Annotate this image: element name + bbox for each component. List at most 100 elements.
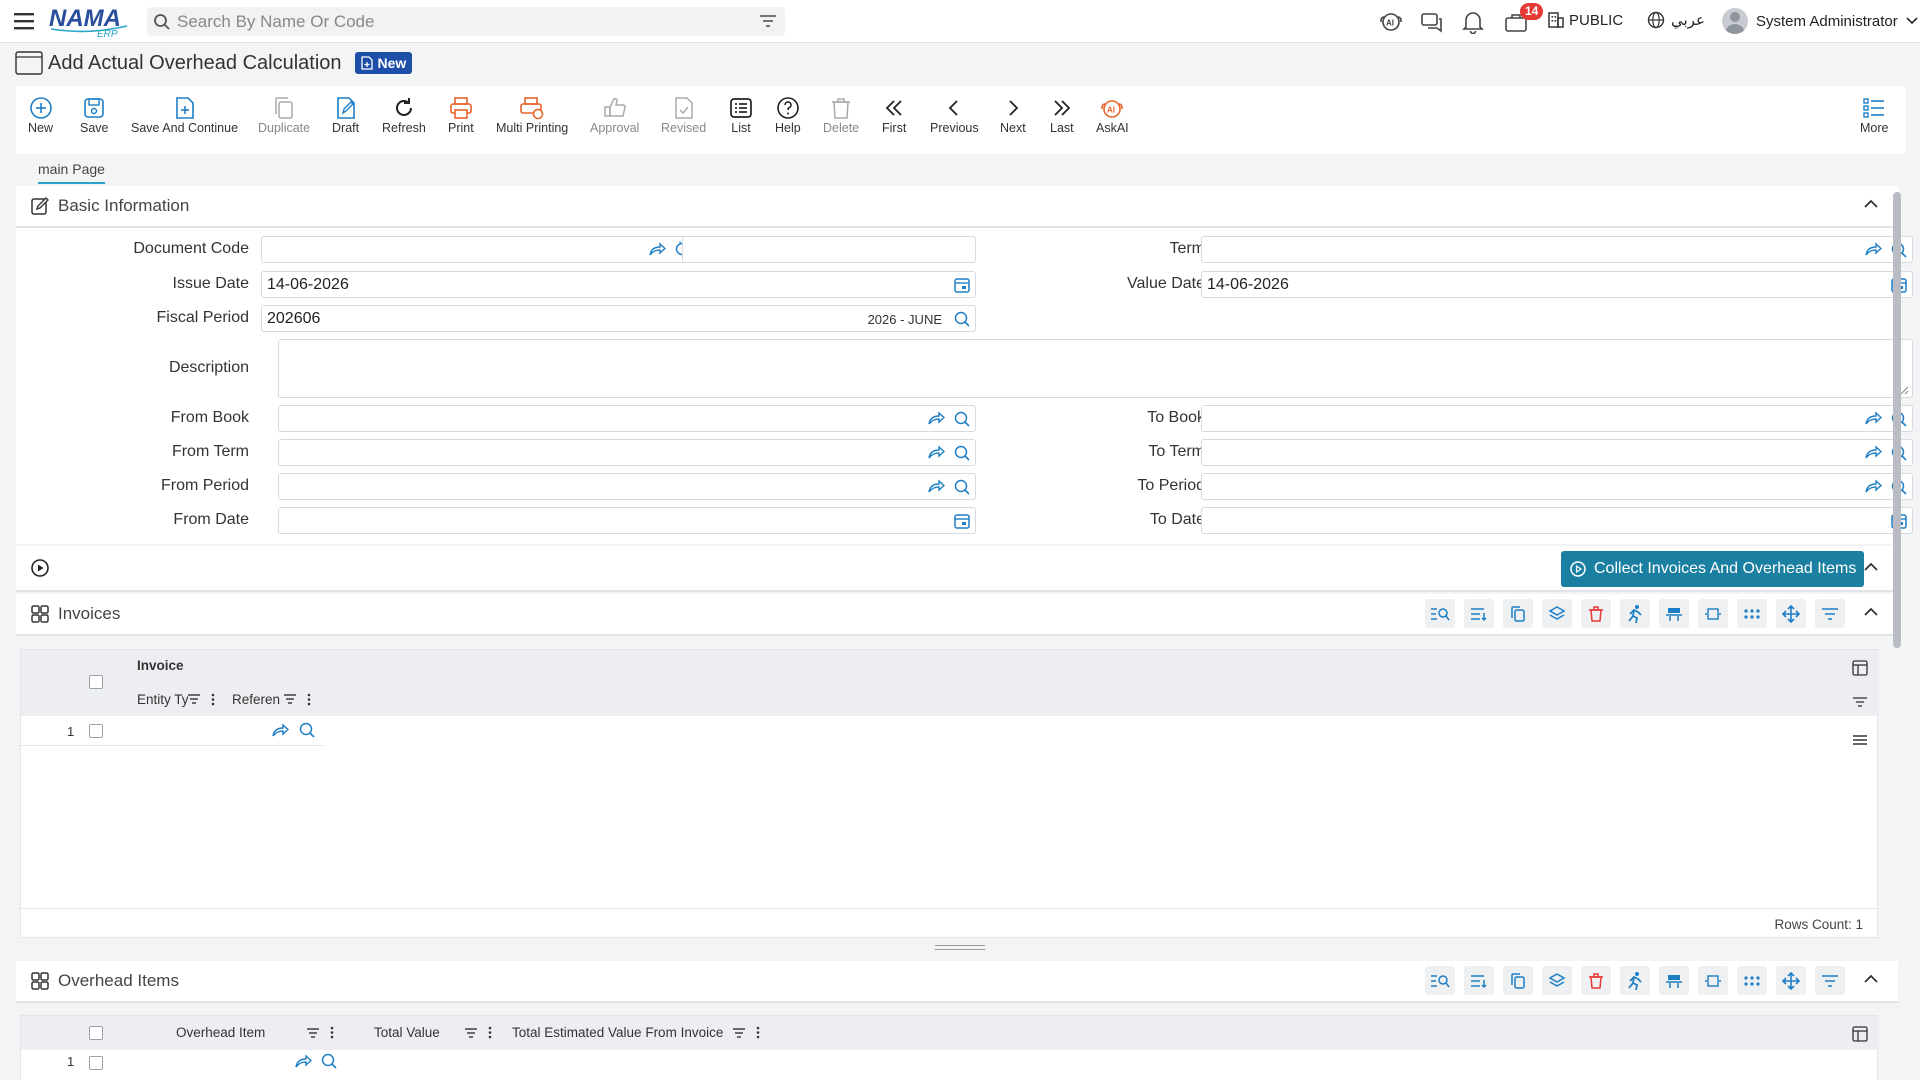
share-icon[interactable] (927, 478, 945, 496)
column-total-value[interactable]: Total Value (374, 1025, 440, 1040)
refresh-button[interactable]: Refresh (382, 95, 426, 135)
ai-assistant-icon[interactable]: AI (1379, 10, 1403, 34)
to-date-field[interactable] (1201, 507, 1913, 534)
draft-button[interactable]: Draft (332, 95, 359, 135)
first-button[interactable]: First (882, 95, 906, 135)
side-menu-icon[interactable] (1852, 734, 1868, 746)
to-book-field[interactable] (1201, 405, 1913, 432)
table-row[interactable]: 1 (21, 1050, 791, 1080)
from-book-field[interactable] (278, 405, 976, 432)
share-icon[interactable] (1864, 444, 1882, 462)
share-icon[interactable] (271, 722, 289, 738)
grid-dots-icon[interactable] (1737, 966, 1767, 995)
column-overhead-item[interactable]: Overhead Item (176, 1025, 265, 1040)
layers-icon[interactable] (1542, 966, 1572, 995)
column-filter-icon[interactable] (306, 1027, 320, 1039)
chevron-up-icon[interactable] (1864, 974, 1878, 984)
chat-icon[interactable] (1420, 10, 1444, 34)
filter-icon[interactable] (1815, 599, 1845, 628)
share-icon[interactable] (1864, 410, 1882, 428)
share-icon[interactable] (927, 410, 945, 428)
next-button[interactable]: Next (1000, 95, 1026, 135)
table-row[interactable]: 1 (21, 716, 323, 746)
play-circle-icon[interactable] (30, 558, 50, 578)
chevron-up-icon[interactable] (1864, 562, 1878, 572)
column-menu-icon[interactable] (307, 693, 311, 706)
fiscal-period-field[interactable]: 202606 2026 - JUNE (261, 305, 976, 332)
side-filter-icon[interactable] (1852, 696, 1868, 708)
column-entity-type[interactable]: Entity Ty (137, 692, 189, 707)
save-and-continue-button[interactable]: Save And Continue (131, 95, 238, 135)
column-menu-icon[interactable] (211, 693, 215, 706)
move-icon[interactable] (1776, 599, 1806, 628)
share-icon[interactable] (1864, 478, 1882, 496)
move-icon[interactable] (1776, 966, 1806, 995)
column-filter-icon[interactable] (464, 1027, 478, 1039)
branch-selector[interactable]: PUBLIC (1547, 11, 1623, 29)
share-icon[interactable] (1864, 241, 1882, 259)
user-menu[interactable]: System Administrator (1722, 8, 1918, 34)
copy-row-icon[interactable] (1503, 966, 1533, 995)
insert-row-icon[interactable] (1464, 599, 1494, 628)
lookup-search-icon[interactable] (953, 478, 971, 496)
columns-panel-icon[interactable] (1852, 660, 1868, 676)
term-field[interactable] (1201, 236, 1913, 263)
to-term-field[interactable] (1201, 439, 1913, 466)
help-button[interactable]: Help (775, 95, 801, 135)
value-date-field[interactable]: 14-06-2026 (1201, 271, 1913, 298)
description-textarea[interactable] (278, 339, 1913, 398)
layers-icon[interactable] (1542, 599, 1572, 628)
bell-icon[interactable] (1462, 10, 1484, 34)
column-menu-icon[interactable] (330, 1026, 334, 1039)
basic-information-header[interactable]: Basic Information (16, 186, 1898, 228)
search-rows-icon[interactable] (1425, 966, 1455, 995)
columns-panel-icon[interactable] (1852, 1026, 1868, 1042)
menu-icon[interactable] (13, 11, 35, 31)
search-rows-icon[interactable] (1425, 599, 1455, 628)
row-checkbox[interactable] (89, 1056, 103, 1070)
insert-row-icon[interactable] (1464, 966, 1494, 995)
from-period-field[interactable] (278, 473, 976, 500)
column-total-estimated-value[interactable]: Total Estimated Value From Invoice (512, 1025, 723, 1040)
share-icon[interactable] (294, 1053, 312, 1069)
calendar-icon[interactable] (953, 276, 971, 294)
fit-columns-icon[interactable] (1698, 966, 1728, 995)
share-icon[interactable] (648, 241, 666, 259)
fit-columns-icon[interactable] (1698, 599, 1728, 628)
collect-invoices-button[interactable]: Collect Invoices And Overhead Items (1561, 551, 1865, 587)
tab-main-page[interactable]: main Page (38, 161, 105, 184)
multi-printing-button[interactable]: Multi Printing (496, 95, 568, 135)
revised-button[interactable]: Revised (661, 95, 706, 135)
run-icon[interactable] (1620, 599, 1650, 628)
filter-icon[interactable] (1815, 966, 1845, 995)
grid-dots-icon[interactable] (1737, 599, 1767, 628)
list-button[interactable]: List (729, 95, 753, 135)
new-button[interactable]: New (28, 95, 53, 135)
table-split-icon[interactable] (1659, 966, 1689, 995)
save-button[interactable]: Save (80, 95, 109, 135)
select-all-checkbox[interactable] (89, 675, 103, 689)
to-period-field[interactable] (1201, 473, 1913, 500)
column-filter-icon[interactable] (187, 693, 201, 705)
lookup-search-icon[interactable] (953, 310, 971, 328)
column-menu-icon[interactable] (756, 1026, 760, 1039)
lookup-search-icon[interactable] (298, 721, 316, 739)
previous-button[interactable]: Previous (930, 95, 979, 135)
askai-button[interactable]: AI AskAI (1096, 95, 1129, 135)
document-code-name-field[interactable] (682, 236, 976, 263)
search-input[interactable]: Search By Name Or Code (147, 7, 785, 36)
column-filter-icon[interactable] (283, 693, 297, 705)
column-reference[interactable]: Referen (232, 692, 280, 707)
search-filter-icon[interactable] (759, 13, 777, 29)
chevron-up-icon[interactable] (1864, 199, 1878, 209)
select-all-checkbox[interactable] (89, 1026, 103, 1040)
delete-row-icon[interactable] (1581, 599, 1611, 628)
copy-row-icon[interactable] (1503, 599, 1533, 628)
chevron-up-icon[interactable] (1864, 607, 1878, 617)
document-code-field[interactable] (261, 236, 697, 263)
language-switch[interactable]: عربي (1647, 11, 1705, 29)
duplicate-button[interactable]: Duplicate (258, 95, 310, 135)
row-checkbox[interactable] (89, 724, 103, 738)
last-button[interactable]: Last (1050, 95, 1074, 135)
more-button[interactable]: More (1860, 95, 1888, 135)
